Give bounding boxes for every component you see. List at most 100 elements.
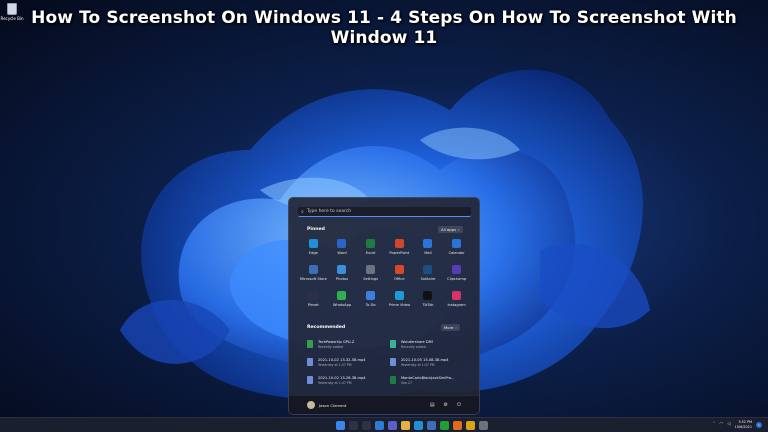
pinned-app[interactable]: Solitaire bbox=[414, 265, 443, 285]
recommended-item[interactable]: MonteCarloBlackJackSimPro... Sep 27 bbox=[390, 374, 467, 386]
pinned-app[interactable]: TikTok bbox=[414, 291, 443, 311]
video-file-icon bbox=[390, 358, 396, 366]
pinned-title: Pinned bbox=[307, 227, 325, 232]
notification-badge[interactable]: 1 bbox=[756, 421, 762, 428]
excel-icon bbox=[366, 239, 376, 248]
pinned-app-label: Pinset bbox=[307, 303, 319, 307]
recommended-item[interactable]: TechPowerUp GPU-Z Recently added bbox=[307, 338, 384, 350]
recommended-item[interactable]: 2021-10-05 15-08-38.mp4 Yesterday at 1:47… bbox=[390, 356, 467, 368]
all-apps-button[interactable]: All apps › bbox=[438, 226, 463, 233]
recommended-list: TechPowerUp GPU-Z Recently added Wondersha… bbox=[307, 338, 467, 386]
pinned-app-label: WhatsApp bbox=[332, 303, 352, 307]
pinned-app[interactable]: Calendar bbox=[442, 239, 471, 259]
pinned-app-label: Prime Video bbox=[388, 303, 411, 307]
pinned-app-label: PowerPoint bbox=[389, 251, 410, 255]
pinned-app[interactable]: Edge bbox=[299, 239, 328, 259]
start-footer: Jason Clement ▤ ⚙ ⏻ bbox=[289, 395, 479, 414]
recommended-item-subtitle: Yesterday at 1:47 PM bbox=[318, 380, 352, 385]
start-menu: ⌕ Type here to search Pinned All apps › … bbox=[288, 197, 480, 415]
recommended-item[interactable]: 2021-10-02 13-32-58.mp4 Yesterday at 1:47… bbox=[307, 356, 384, 368]
pinned-app-label: Settings bbox=[363, 277, 379, 281]
edge-icon[interactable] bbox=[414, 421, 423, 430]
settings-icon[interactable]: ⚙ bbox=[444, 402, 448, 408]
pinned-apps-grid: Edge Word Excel PowerPoint Mail Calendar Micro… bbox=[299, 239, 471, 311]
search-icon[interactable] bbox=[349, 421, 358, 430]
search-placeholder: Type here to search bbox=[306, 209, 352, 214]
recommended-item[interactable]: Wondershare DRS Recently added bbox=[390, 338, 467, 350]
pinned-app-label: Photos bbox=[335, 277, 349, 281]
pinned-app[interactable]: WhatsApp bbox=[328, 291, 357, 311]
recommended-item[interactable]: 2021-10-02 13-26-38.mp4 Yesterday at 1:47… bbox=[307, 374, 384, 386]
power-icon[interactable]: ⏻ bbox=[457, 402, 461, 408]
recommended-item-title: 2021-10-02 13-26-38.mp4 bbox=[318, 375, 366, 380]
recommended-item-title: 2021-10-02 13-32-58.mp4 bbox=[318, 357, 366, 362]
all-apps-label: All apps bbox=[441, 227, 457, 232]
pinned-app[interactable]: Prime Video bbox=[385, 291, 414, 311]
firefox-icon[interactable] bbox=[453, 421, 462, 430]
edge-icon bbox=[308, 239, 318, 248]
recommended-item-subtitle: Yesterday at 1:47 PM bbox=[401, 362, 435, 367]
windows-start-icon[interactable] bbox=[336, 421, 345, 430]
avatar[interactable] bbox=[307, 401, 315, 409]
pinned-app-label: Microsoft Store bbox=[299, 277, 327, 281]
pinned-app-label: Solitaire bbox=[420, 277, 436, 281]
recommended-title: Recommended bbox=[307, 325, 346, 330]
pinned-app[interactable]: Mail bbox=[414, 239, 443, 259]
pinned-app[interactable]: Photos bbox=[328, 265, 357, 285]
clock[interactable]: 3:52 PM 10/6/2021 bbox=[735, 420, 752, 429]
chrome-icon[interactable] bbox=[466, 421, 475, 430]
recycle-bin-shortcut[interactable]: Recycle Bin bbox=[0, 3, 24, 21]
pinned-app[interactable]: Microsoft Store bbox=[299, 265, 328, 285]
mail-icon bbox=[423, 239, 433, 248]
office-icon bbox=[394, 265, 404, 274]
task-view-icon[interactable] bbox=[362, 421, 371, 430]
pinned-app-label: Word bbox=[337, 251, 347, 255]
chevron-right-icon: › bbox=[455, 325, 457, 330]
teams-chat-icon[interactable] bbox=[388, 421, 397, 430]
documents-icon[interactable]: ▤ bbox=[430, 402, 435, 408]
settings-icon[interactable] bbox=[479, 421, 488, 430]
pinned-app[interactable]: Clipchamp bbox=[442, 265, 471, 285]
pinned-app[interactable]: Pinset bbox=[299, 291, 328, 311]
pinned-app[interactable]: Settings bbox=[356, 265, 385, 285]
volume-icon[interactable]: ◁ bbox=[727, 422, 730, 427]
recommended-item-title: TechPowerUp GPU-Z bbox=[318, 339, 355, 344]
pinned-app-label: Clipchamp bbox=[447, 277, 467, 281]
pinned-app-label: TikTok bbox=[422, 303, 434, 307]
pinned-app-label: Edge bbox=[308, 251, 318, 255]
recommended-item-subtitle: Recently added bbox=[401, 344, 426, 349]
pinned-app-label: Office bbox=[394, 277, 405, 281]
pinned-app[interactable]: To Do bbox=[356, 291, 385, 311]
prime-video-icon bbox=[394, 291, 404, 300]
pinset-icon bbox=[308, 291, 318, 300]
file-explorer-icon[interactable] bbox=[401, 421, 410, 430]
pinned-app-label: Calendar bbox=[448, 251, 465, 255]
store-icon[interactable] bbox=[427, 421, 436, 430]
word-icon bbox=[337, 239, 347, 248]
pinned-app-label: To Do bbox=[365, 303, 376, 307]
excel-file-icon bbox=[390, 376, 396, 384]
pinned-app[interactable]: Word bbox=[328, 239, 357, 259]
recommended-item-subtitle: Recently added bbox=[318, 344, 343, 349]
page-title: How To Screenshot On Windows 11 - 4 Step… bbox=[31, 8, 737, 48]
powerpoint-icon bbox=[394, 239, 404, 248]
store-icon bbox=[308, 265, 318, 274]
pinned-app[interactable]: Office bbox=[385, 265, 414, 285]
wifi-icon[interactable]: ◠ bbox=[719, 422, 723, 427]
search-input[interactable]: ⌕ Type here to search bbox=[298, 207, 471, 217]
widgets-icon[interactable] bbox=[375, 421, 384, 430]
pinned-app[interactable]: PowerPoint bbox=[385, 239, 414, 259]
wondershare-icon bbox=[390, 340, 396, 348]
pinned-app[interactable]: Instagram bbox=[442, 291, 471, 311]
xbox-icon[interactable] bbox=[440, 421, 449, 430]
recycle-bin-label: Recycle Bin bbox=[0, 16, 24, 21]
pinned-app-label: Mail bbox=[424, 251, 432, 255]
clipchamp-icon bbox=[452, 265, 462, 274]
user-name[interactable]: Jason Clement bbox=[319, 403, 346, 408]
pinned-app[interactable]: Excel bbox=[356, 239, 385, 259]
chevron-up-icon[interactable]: ˄ bbox=[713, 422, 715, 427]
more-button[interactable]: More › bbox=[441, 324, 460, 331]
photos-icon bbox=[337, 265, 347, 274]
solitaire-icon bbox=[423, 265, 433, 274]
gpu-z-icon bbox=[307, 340, 313, 348]
